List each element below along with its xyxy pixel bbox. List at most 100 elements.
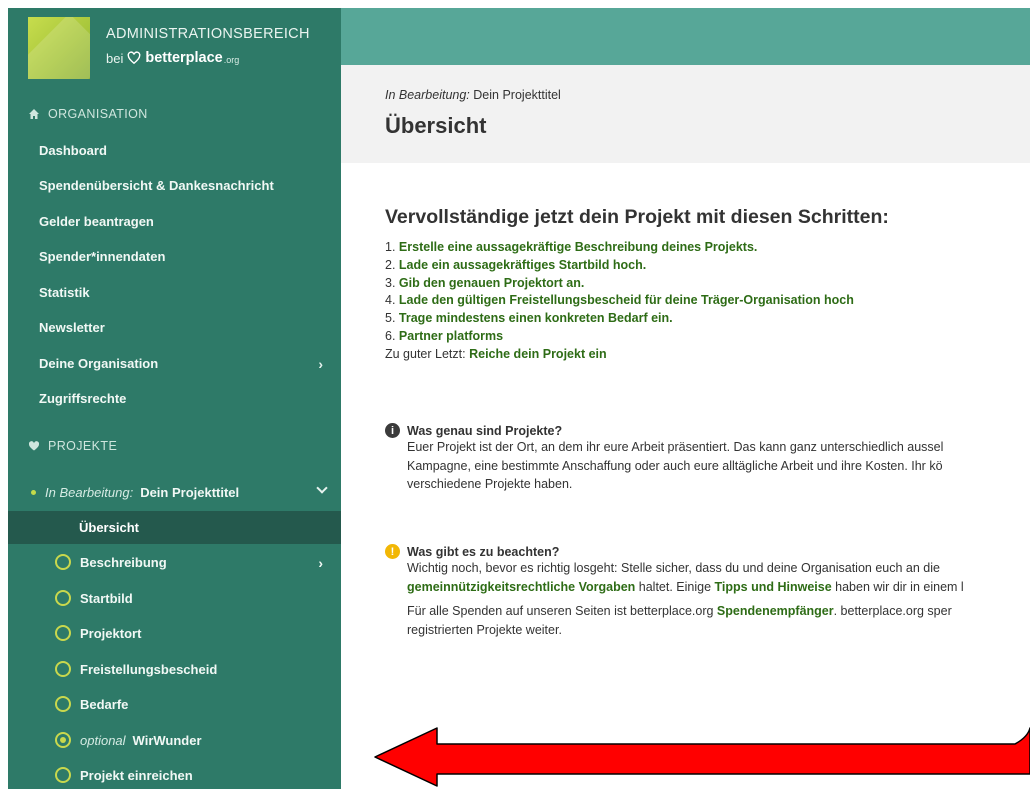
brand-header[interactable]: ADMINISTRATIONSBEREICH bei betterplace .o… [8, 8, 341, 86]
sidebar-step-freistellungsbescheid[interactable]: Freistellungsbescheid [8, 652, 341, 686]
info-line: Euer Projekt ist der Ort, an dem ihr eur… [407, 440, 944, 454]
list-item: 6. Partner platforms [385, 328, 854, 346]
page-header: In Bearbeitung: Dein Projekttitel Übersi… [341, 65, 1030, 163]
chevron-right-icon: › [318, 555, 323, 571]
sidebar-item-spendenuebersicht[interactable]: Spendenübersicht & Dankesnachricht [8, 168, 341, 202]
circle-icon [55, 661, 71, 677]
sidebar-item-label: Spender*innendaten [39, 248, 166, 264]
info-line: registrierten Projekte weiter. [407, 622, 562, 637]
step-link-projektort[interactable]: Gib den genauen Projektort an. [399, 276, 584, 290]
step-number: 6. [385, 328, 396, 343]
inline-text: haltet. Einige [635, 579, 715, 594]
steps-heading: Vervollständige jetzt dein Projekt mit d… [385, 206, 889, 228]
sidebar-item-label: Deine Organisation [39, 355, 159, 371]
warning-icon: ! [385, 544, 400, 559]
step-link-freistellungsbescheid[interactable]: Lade den gültigen Freistellungsbescheid … [399, 293, 854, 307]
sidebar-step-projekt-einreichen[interactable]: Projekt einreichen [8, 758, 341, 789]
step-number: 5. [385, 311, 396, 326]
breadcrumb: In Bearbeitung: Dein Projekttitel [385, 88, 561, 102]
breadcrumb-project: Dein Projekttitel [473, 88, 561, 102]
tipps-hinweise-link[interactable]: Tipps und Hinweise [715, 580, 832, 594]
project-title: Dein Projekttitel [140, 484, 240, 500]
sidebar-step-bedarfe[interactable]: Bedarfe [8, 687, 341, 721]
sidebar-item-deine-organisation[interactable]: Deine Organisation › [8, 346, 341, 380]
projekte-heading-label: PROJEKTE [48, 439, 118, 453]
brand-tld: .org [223, 54, 240, 65]
list-item: 1. Erstelle eine aussagekräftige Beschre… [385, 239, 854, 257]
sidebar-step-startbild[interactable]: Startbild [8, 581, 341, 615]
sidebar-step-label: Freistellungsbescheid [80, 661, 218, 677]
sidebar-step-beschreibung[interactable]: Beschreibung › [8, 545, 341, 579]
info-box-beachten: ! Was gibt es zu beachten? Wichtig noch,… [385, 544, 1030, 639]
list-item: 3. Gib den genauen Projektort an. [385, 275, 854, 293]
bullet-icon [31, 489, 36, 495]
circle-icon [55, 696, 71, 712]
organisation-section-heading: ORGANISATION [28, 107, 148, 121]
main-content: Vervollständige jetzt dein Projekt mit d… [385, 163, 1030, 789]
list-item: Zu guter Letzt: Reiche dein Projekt ein [385, 346, 854, 364]
gemeinnuetzigkeit-link[interactable]: gemeinnützigkeitsrechtliche Vorgaben [407, 580, 635, 594]
sidebar-step-label: Projektort [80, 625, 142, 641]
betterplace-logo-icon [127, 51, 141, 65]
optional-label: optional [80, 732, 126, 748]
list-item: 2. Lade ein aussagekräftiges Startbild h… [385, 257, 854, 275]
organisation-heading-label: ORGANISATION [48, 107, 148, 121]
info-box-projekte: i Was genau sind Projekte? Euer Projekt … [385, 423, 1030, 494]
sidebar-item-label: Statistik [39, 284, 90, 300]
info-line: Für alle Spenden auf unseren Seiten ist … [407, 602, 1030, 621]
sidebar-step-wirwunder[interactable]: optional WirWunder [8, 723, 341, 757]
step-link-beschreibung[interactable]: Erstelle eine aussagekräftige Beschreibu… [399, 240, 757, 254]
info-line: verschiedene Projekte haben. [407, 477, 573, 492]
sidebar-item-statistik[interactable]: Statistik [8, 275, 341, 309]
page-title: Übersicht [385, 113, 487, 138]
heart-icon [28, 441, 40, 451]
sidebar-step-projektort[interactable]: Projektort [8, 616, 341, 650]
sidebar-step-label: WirWunder [132, 732, 202, 748]
projekte-section-heading: PROJEKTE [28, 439, 117, 453]
info-icon: i [385, 423, 400, 438]
steps-list: 1. Erstelle eine aussagekräftige Beschre… [385, 239, 854, 364]
brand-subtitle: bei betterplace .org [106, 50, 239, 66]
sidebar-step-label: Startbild [80, 590, 133, 606]
sidebar-item-uebersicht[interactable]: Übersicht [8, 511, 341, 544]
sidebar-item-gelder-beantragen[interactable]: Gelder beantragen [8, 204, 341, 238]
inline-text: haben wir dir in einem l [831, 579, 964, 594]
inline-text: . betterplace.org sper [833, 604, 952, 619]
sidebar: ADMINISTRATIONSBEREICH bei betterplace .o… [8, 8, 341, 789]
list-item: 5. Trage mindestens einen konkreten Beda… [385, 310, 854, 328]
info-line: gemeinnützigkeitsrechtliche Vorgaben hal… [407, 578, 1030, 597]
sidebar-item-label: Dashboard [39, 142, 107, 158]
step-link-startbild[interactable]: Lade ein aussagekräftiges Startbild hoch… [399, 258, 646, 272]
step-number: 4. [385, 293, 396, 308]
info-title: i Was genau sind Projekte? [385, 423, 1030, 438]
sidebar-item-spenderinnendaten[interactable]: Spender*innendaten [8, 239, 341, 273]
sidebar-item-label: Spendenübersicht & Dankesnachricht [39, 177, 274, 193]
info-line: Kampagne, eine bestimmte Anschaffung ode… [407, 458, 943, 473]
circle-icon [55, 554, 71, 570]
spendenempfaenger-link[interactable]: Spendenempfänger [717, 604, 834, 618]
sidebar-step-label: Bedarfe [80, 696, 129, 712]
step-number: 2. [385, 257, 396, 272]
sidebar-item-newsletter[interactable]: Newsletter [8, 310, 341, 344]
step-link-bedarf[interactable]: Trage mindestens einen konkreten Bedarf … [399, 311, 673, 325]
breadcrumb-status: In Bearbeitung: [385, 88, 470, 102]
step-link-partner-platforms[interactable]: Partner platforms [399, 329, 503, 343]
chevron-right-icon: › [318, 356, 323, 372]
warning-title: ! Was gibt es zu beachten? [385, 544, 1030, 559]
sidebar-item-label: Newsletter [39, 319, 105, 335]
info-line: Wichtig noch, bevor es richtig losgeht: … [407, 561, 940, 575]
radio-dot-icon [55, 732, 71, 748]
sidebar-item-label: Gelder beantragen [39, 213, 154, 229]
red-arrow-annotation [374, 727, 1030, 787]
inline-text: Für alle Spenden auf unseren Seiten ist … [407, 604, 717, 619]
home-icon [29, 109, 39, 119]
sidebar-item-dashboard[interactable]: Dashboard [8, 133, 341, 167]
final-prefix: Zu guter Letzt: [385, 346, 466, 361]
step-link-einreichen[interactable]: Reiche dein Projekt ein [469, 347, 607, 361]
sidebar-item-project[interactable]: In Bearbeitung: Dein Projekttitel [8, 475, 341, 509]
step-number: 1. [385, 240, 396, 254]
chevron-down-icon [316, 482, 328, 494]
brand-by: bei [106, 50, 124, 66]
brand-title: ADMINISTRATIONSBEREICH [106, 26, 310, 42]
sidebar-item-zugriffsrechte[interactable]: Zugriffsrechte [8, 381, 341, 415]
